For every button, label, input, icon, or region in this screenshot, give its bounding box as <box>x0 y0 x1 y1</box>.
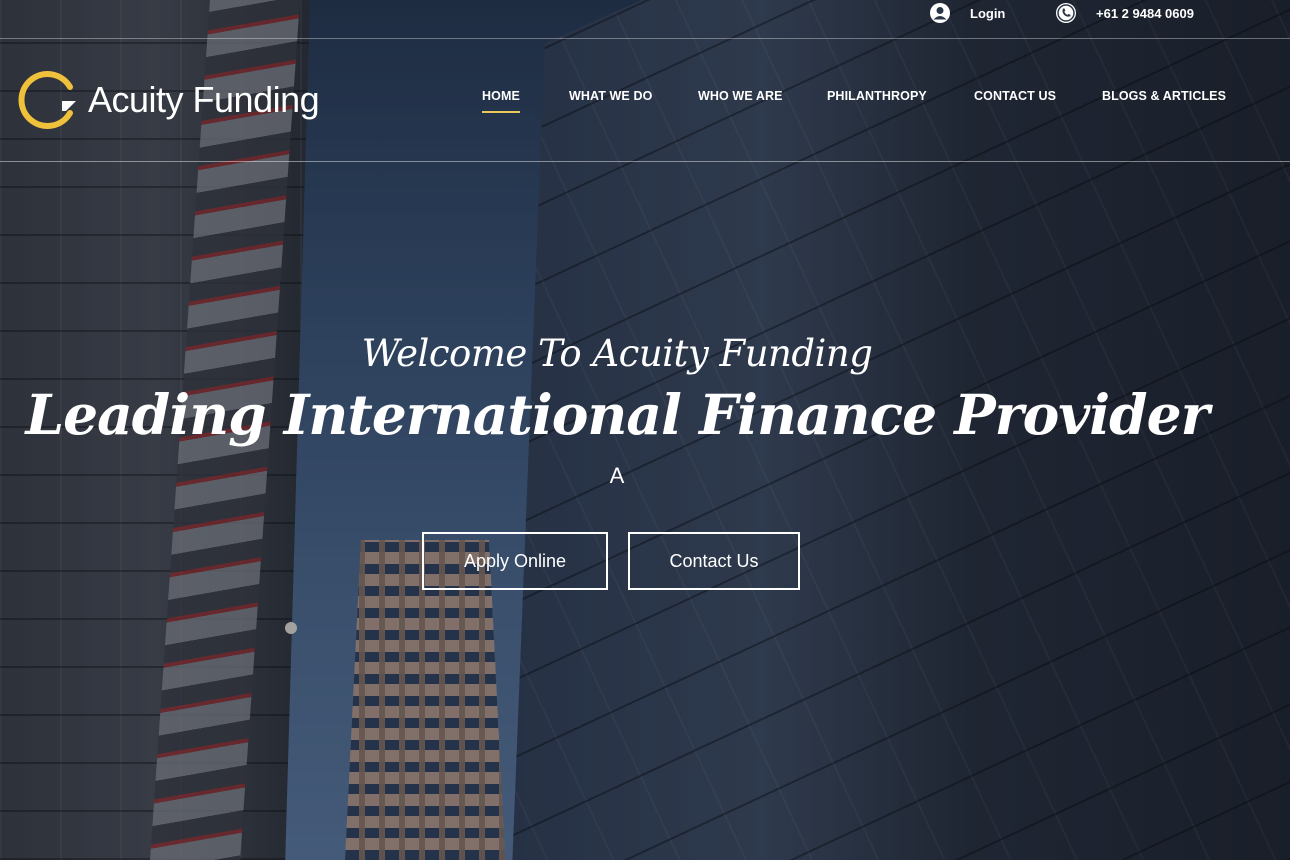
login-link[interactable]: Login <box>930 2 1005 24</box>
hero-kicker: Welcome To Acuity Funding <box>361 332 873 375</box>
site-header: Acuity Funding HOME WHAT WE DO WHO WE AR… <box>0 39 1290 162</box>
site-logo[interactable]: Acuity Funding <box>18 69 320 131</box>
login-label: Login <box>970 5 1006 21</box>
top-bar: Login +61 2 9484 0609 <box>0 0 1290 39</box>
nav-item-contact-us[interactable]: CONTACT US <box>974 89 1056 103</box>
nav-item-philanthropy[interactable]: PHILANTHROPY <box>827 89 927 103</box>
apply-online-button[interactable]: Apply Online <box>422 532 608 590</box>
phone-icon <box>1056 3 1076 23</box>
hero-title: Leading International Finance Provider <box>25 382 1209 447</box>
phone-link[interactable]: +61 2 9484 0609 <box>1056 2 1194 24</box>
logo-mark-icon <box>18 71 76 129</box>
nav-item-who-we-are[interactable]: WHO WE ARE <box>698 89 783 103</box>
nav-item-blogs-articles[interactable]: BLOGS & ARTICLES <box>1102 89 1226 103</box>
contact-us-button[interactable]: Contact Us <box>628 532 800 590</box>
hero-subtitle: A <box>609 463 625 488</box>
brand-name: Acuity Funding <box>88 79 320 120</box>
user-icon <box>930 3 950 23</box>
nav-item-what-we-do[interactable]: WHAT WE DO <box>569 89 652 103</box>
nav-item-home[interactable]: HOME <box>482 89 520 113</box>
phone-number: +61 2 9484 0609 <box>1096 5 1194 21</box>
